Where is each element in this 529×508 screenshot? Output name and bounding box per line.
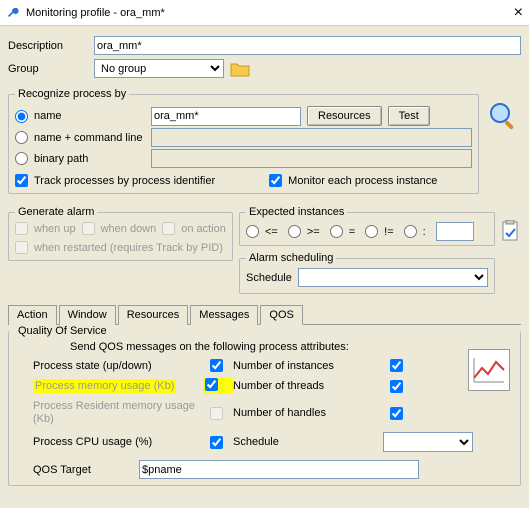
alarm-up-label: when up [34, 223, 76, 235]
qos-target-input[interactable] [139, 460, 419, 479]
qos-intro: Send QOS messages on the following proce… [70, 341, 514, 353]
close-icon[interactable]: × [514, 4, 523, 22]
tab-strip: Action Window Resources Messages QOS [8, 304, 521, 325]
radio-name-label: name [34, 110, 62, 122]
qos-threads-label: Number of threads [233, 380, 383, 392]
radio-binary-label: binary path [34, 153, 88, 165]
radio-name-cmd[interactable] [15, 131, 28, 144]
qos-threads-checkbox[interactable] [383, 380, 410, 393]
alarm-sched-fieldset: Alarm scheduling Schedule [239, 252, 495, 294]
tab-action[interactable]: Action [8, 305, 57, 325]
alarm-down-label: when down [101, 223, 157, 235]
window-title: Monitoring profile - ora_mm* [26, 7, 165, 19]
group-select[interactable]: No group [94, 59, 224, 78]
wrench-icon [6, 6, 20, 20]
qos-resmem-checkbox [203, 407, 230, 420]
group-label: Group [8, 63, 88, 75]
resources-button[interactable]: Resources [307, 106, 382, 126]
cmdline-input [151, 128, 472, 147]
generate-alarm-fieldset: Generate alarm when up when down on acti… [8, 206, 233, 261]
qos-legend: Quality Of Service [15, 325, 110, 337]
qos-instances-checkbox[interactable] [383, 359, 410, 372]
qos-target-label: QOS Target [33, 464, 133, 476]
clipboard-check-icon[interactable] [501, 220, 521, 242]
chart-icon [468, 349, 510, 391]
alarm-sched-label: Schedule [246, 272, 292, 284]
alarm-restart-label: when restarted (requires Track by PID) [34, 242, 223, 254]
exp-neq[interactable] [365, 225, 378, 238]
alarm-action-label: on action [181, 223, 226, 235]
test-button[interactable]: Test [388, 106, 430, 126]
alarm-up-checkbox [15, 222, 28, 235]
qos-resmem-label: Process Resident memory usage (Kb) [33, 400, 203, 426]
alarm-sched-legend: Alarm scheduling [246, 252, 336, 264]
qos-state-label: Process state (up/down) [33, 360, 203, 372]
alarm-restart-checkbox [15, 241, 28, 254]
exp-eq[interactable] [330, 225, 343, 238]
folder-icon[interactable] [230, 61, 250, 77]
recognize-fieldset: Recognize process by name Resources Test… [8, 88, 479, 194]
exp-gte[interactable] [288, 225, 301, 238]
tab-window[interactable]: Window [59, 305, 116, 325]
expected-value-input[interactable] [436, 222, 474, 241]
track-pid-label: Track processes by process identifier [34, 175, 215, 187]
description-input[interactable] [94, 36, 521, 55]
exp-colon[interactable] [404, 225, 417, 238]
qos-state-checkbox[interactable] [203, 359, 230, 372]
alarm-sched-select[interactable] [298, 268, 488, 287]
tab-resources[interactable]: Resources [118, 305, 189, 325]
expected-fieldset: Expected instances <= >= = != : [239, 206, 495, 246]
qos-schedule-label: Schedule [233, 436, 383, 448]
qos-handles-checkbox[interactable] [383, 407, 410, 420]
generate-alarm-legend: Generate alarm [15, 206, 97, 218]
magnifier-icon [485, 98, 521, 134]
qos-cpu-label: Process CPU usage (%) [33, 436, 203, 448]
exp-lte[interactable] [246, 225, 259, 238]
radio-name-cmd-label: name + command line [34, 132, 143, 144]
track-pid-checkbox[interactable] [15, 174, 28, 187]
qos-cpu-checkbox[interactable] [203, 436, 230, 449]
titlebar: Monitoring profile - ora_mm* × [0, 0, 529, 26]
description-label: Description [8, 40, 88, 52]
qos-schedule-select[interactable] [383, 432, 473, 452]
qos-fieldset: Quality Of Service Send QOS messages on … [8, 325, 521, 486]
monitor-each-checkbox[interactable] [269, 174, 282, 187]
tab-qos[interactable]: QOS [260, 305, 302, 325]
process-name-input[interactable] [151, 107, 301, 126]
radio-name[interactable] [15, 110, 28, 123]
binary-input [151, 149, 472, 168]
qos-mem-checkbox[interactable] [205, 378, 218, 391]
tab-messages[interactable]: Messages [190, 305, 258, 325]
alarm-action-checkbox [162, 222, 175, 235]
qos-mem-label: Process memory usage (Kb) [33, 379, 176, 393]
qos-instances-label: Number of instances [233, 360, 383, 372]
recognize-legend: Recognize process by [15, 88, 129, 100]
expected-legend: Expected instances [246, 206, 347, 218]
radio-binary[interactable] [15, 152, 28, 165]
monitor-each-label: Monitor each process instance [288, 175, 437, 187]
qos-handles-label: Number of handles [233, 407, 383, 419]
alarm-down-checkbox [82, 222, 95, 235]
